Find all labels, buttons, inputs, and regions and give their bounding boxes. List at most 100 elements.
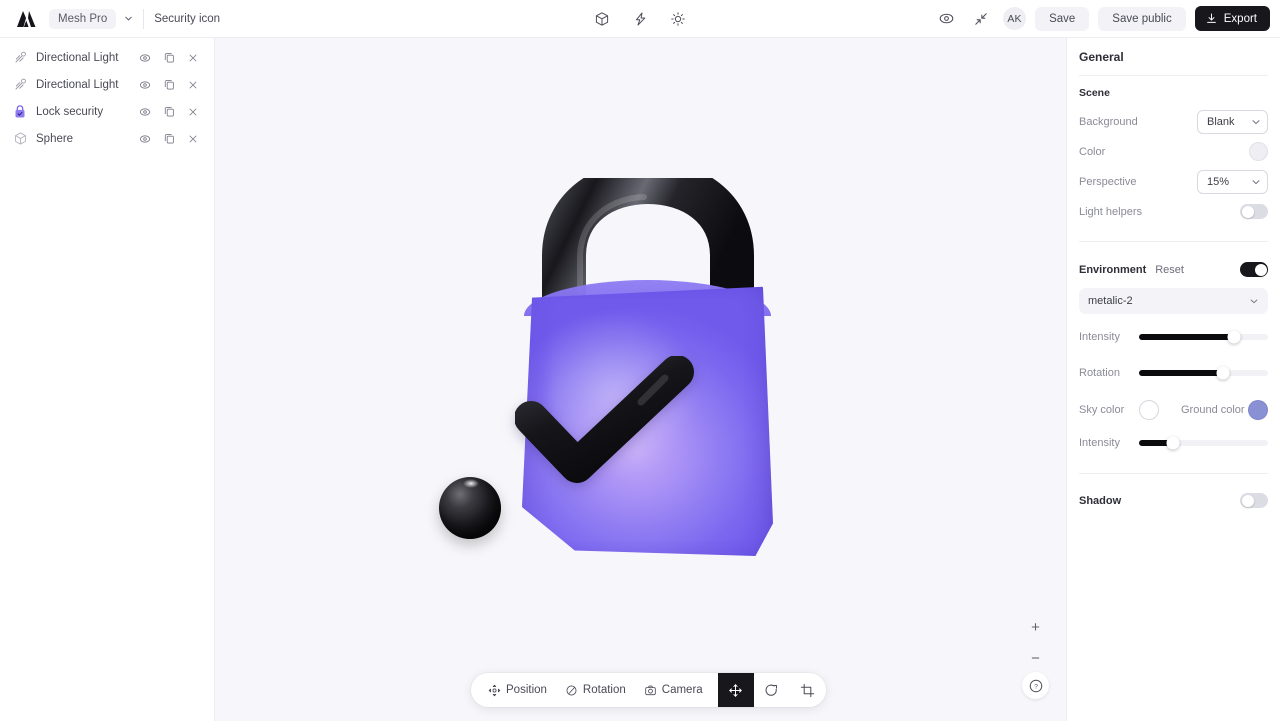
sky-color-label: Sky color [1079, 404, 1125, 416]
close-x-icon[interactable] [181, 101, 205, 123]
ground-intensity-row: Intensity [1079, 430, 1268, 456]
env-rotation-slider[interactable] [1139, 366, 1268, 380]
color-row: Color [1079, 138, 1268, 165]
cube-icon[interactable] [589, 6, 615, 32]
bolt-icon[interactable] [627, 6, 653, 32]
env-intensity-label: Intensity [1079, 331, 1120, 343]
perspective-label: Perspective [1079, 175, 1137, 188]
divider [1079, 75, 1268, 76]
rotate-slash-icon [565, 684, 578, 697]
black-sphere[interactable] [439, 477, 501, 539]
copy-icon[interactable] [157, 101, 181, 123]
ground-color-label: Ground color [1181, 404, 1245, 416]
document-title: Security icon [154, 12, 221, 25]
top-bar-center-tools [589, 6, 691, 32]
layer-row-directional-light-1[interactable]: Directional Light [0, 44, 214, 71]
cube-outline-icon [10, 131, 30, 146]
environment-toggle[interactable] [1240, 262, 1268, 277]
scene-heading: Scene [1079, 87, 1110, 99]
divider [143, 8, 145, 29]
slider-knob[interactable] [1227, 330, 1241, 344]
eye-preview-icon[interactable] [933, 6, 959, 32]
eye-icon[interactable] [133, 74, 157, 96]
env-rotation-row: Rotation [1079, 360, 1268, 386]
padlock-with-check[interactable] [215, 38, 1066, 721]
light-helpers-toggle[interactable] [1240, 204, 1268, 219]
eye-icon[interactable] [133, 47, 157, 69]
close-x-icon[interactable] [181, 47, 205, 69]
check-mark [515, 356, 694, 483]
zoom-in-button[interactable]: + [1022, 614, 1049, 641]
close-x-icon[interactable] [181, 74, 205, 96]
chevron-down-icon [1251, 117, 1261, 127]
export-button[interactable]: Export [1194, 6, 1270, 31]
save-public-button[interactable]: Save public [1098, 6, 1186, 31]
environment-preset-value: metalic-2 [1088, 295, 1133, 307]
copy-icon[interactable] [157, 74, 181, 96]
perspective-select[interactable]: 15% [1197, 169, 1268, 194]
layer-name: Directional Light [36, 78, 119, 91]
sky-ground-color-row: Sky color Ground color [1079, 396, 1268, 424]
project-name: Mesh Pro [49, 8, 117, 29]
env-intensity-slider[interactable] [1139, 330, 1268, 344]
toolbar-label-camera: Camera [661, 684, 703, 696]
toolbar-item-position[interactable]: Position [479, 673, 556, 707]
translate-tool[interactable] [717, 673, 754, 707]
3d-viewport[interactable]: + − ? Position Rotation Camera [215, 38, 1066, 721]
zoom-out-button[interactable]: − [1022, 645, 1049, 672]
move-target-icon [488, 684, 501, 697]
layer-row-sphere[interactable]: Sphere [0, 125, 214, 152]
shadow-row: Shadow [1079, 487, 1268, 514]
scale-tool[interactable] [789, 673, 826, 707]
layer-actions [133, 101, 205, 123]
ground-intensity-slider[interactable] [1139, 436, 1268, 450]
env-intensity-row: Intensity [1079, 324, 1268, 350]
shadow-toggle[interactable] [1240, 493, 1268, 508]
eye-icon[interactable] [133, 128, 157, 150]
top-bar-left: Mesh Pro Security icon [0, 8, 220, 30]
mesh-logo-icon[interactable] [13, 8, 41, 30]
chevron-down-icon [118, 14, 139, 23]
background-value: Blank [1207, 115, 1235, 128]
environment-header-row: Environment Reset [1079, 256, 1268, 283]
download-icon [1205, 12, 1218, 25]
layer-actions [133, 74, 205, 96]
sun-icon[interactable] [665, 6, 691, 32]
environment-reset-button[interactable]: Reset [1155, 264, 1184, 276]
environment-preset-select[interactable]: metalic-2 [1079, 288, 1268, 314]
avatar[interactable]: AK [1003, 7, 1027, 30]
copy-icon[interactable] [157, 128, 181, 150]
light-helpers-label: Light helpers [1079, 205, 1142, 218]
close-x-icon[interactable] [181, 128, 205, 150]
toolbar-item-rotation[interactable]: Rotation [556, 673, 635, 707]
scene-color-swatch[interactable] [1249, 142, 1268, 161]
chevron-down-icon [1251, 177, 1261, 187]
save-button[interactable]: Save [1035, 6, 1090, 31]
slider-knob[interactable] [1166, 436, 1180, 450]
toolbar-item-camera[interactable]: Camera [635, 673, 712, 707]
copy-icon[interactable] [157, 47, 181, 69]
layer-row-directional-light-2[interactable]: Directional Light [0, 71, 214, 98]
env-rotation-label: Rotation [1079, 367, 1120, 379]
layer-actions [133, 47, 205, 69]
ground-color-swatch[interactable] [1248, 400, 1268, 420]
layer-name: Lock security [36, 105, 104, 118]
slider-fill [1139, 370, 1223, 376]
eye-icon[interactable] [133, 101, 157, 123]
project-selector[interactable]: Mesh Pro [49, 8, 139, 29]
export-label: Export [1223, 12, 1257, 25]
background-select[interactable]: Blank [1197, 109, 1268, 134]
rotate-tool[interactable] [753, 673, 790, 707]
layer-name: Sphere [36, 132, 74, 145]
transform-tool-group [717, 673, 826, 707]
layer-actions [133, 128, 205, 150]
background-row: Background Blank [1079, 108, 1268, 135]
shadow-heading: Shadow [1079, 494, 1122, 507]
properties-panel: General Scene Background Blank Color Per… [1066, 38, 1280, 721]
help-button[interactable]: ? [1022, 672, 1049, 699]
sky-color-swatch[interactable] [1139, 400, 1159, 420]
chevron-down-icon [1249, 296, 1259, 306]
collapse-arrows-icon[interactable] [968, 6, 994, 32]
slider-knob[interactable] [1216, 366, 1230, 380]
layer-row-lock-security[interactable]: Lock security [0, 98, 214, 125]
